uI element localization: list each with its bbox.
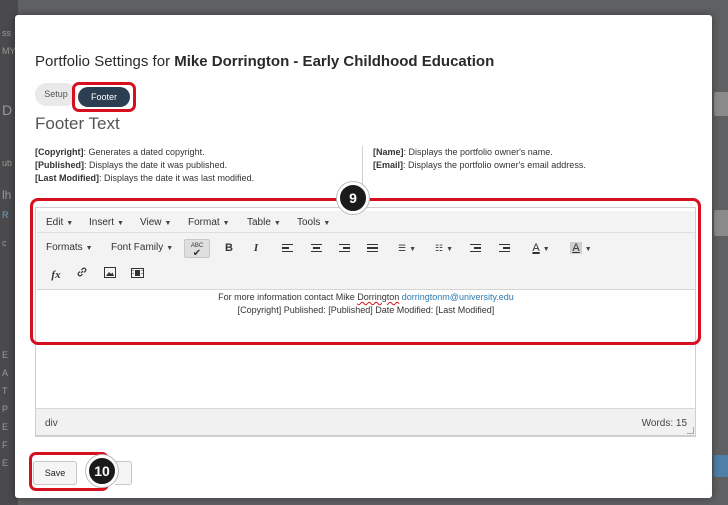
save-button[interactable]: Save [33, 461, 77, 485]
editor-statusbar: div Words: 15 [35, 408, 696, 436]
legend-item: [Last Modified]: Displays the date it wa… [35, 172, 254, 185]
element-path[interactable]: div [45, 418, 58, 429]
background-button [714, 92, 728, 116]
background-button [714, 210, 728, 236]
editor-highlight [30, 198, 701, 345]
section-heading: Footer Text [35, 114, 120, 133]
legend-token: [Last Modified] [35, 173, 99, 183]
tab-setup[interactable]: Setup [35, 83, 77, 106]
legend-desc: : Displays the date it was last modified… [99, 173, 255, 183]
background-text-fragment: E [2, 350, 9, 360]
background-button [714, 455, 728, 477]
word-count: Words: 15 [641, 418, 687, 429]
legend-item: [Name]: Displays the portfolio owner's n… [373, 146, 586, 159]
background-text-fragment: E [2, 458, 9, 468]
background-text-fragment: A [2, 368, 9, 378]
background-text-fragment: c [2, 238, 7, 248]
legend-token: [Name] [373, 147, 404, 157]
background-text-fragment: ss [2, 28, 11, 38]
background-text-fragment: lh [2, 188, 12, 202]
background-text-fragment: ub [2, 158, 13, 168]
legend-item: [Copyright]: Generates a dated copyright… [35, 146, 254, 159]
background-text-fragment: F [2, 440, 8, 450]
resize-handle-icon[interactable] [687, 427, 694, 434]
background-text-fragment: MY [2, 46, 16, 56]
legend-token: [Email] [373, 160, 404, 170]
modal-title: Portfolio Settings for Mike Dorrington -… [35, 53, 494, 70]
placeholder-legend-right: [Name]: Displays the portfolio owner's n… [373, 146, 586, 172]
background-text-fragment: E [2, 422, 9, 432]
placeholder-legend-left: [Copyright]: Generates a dated copyright… [35, 146, 254, 185]
legend-token: [Published] [35, 160, 84, 170]
legend-token: [Copyright] [35, 147, 84, 157]
background-text-fragment: R [2, 210, 9, 220]
modal-title-prefix: Portfolio Settings for [35, 53, 175, 70]
legend-divider [362, 146, 363, 186]
legend-desc: : Displays the date it was published. [84, 160, 228, 170]
tab-footer-highlight: Footer [72, 82, 136, 112]
portfolio-settings-modal: Portfolio Settings for Mike Dorrington -… [15, 15, 712, 498]
background-text-fragment: D [2, 102, 13, 118]
step-badge-10: 10 [86, 455, 118, 487]
modal-title-portfolio-name: Mike Dorrington - Early Childhood Educat… [174, 53, 495, 70]
tab-footer[interactable]: Footer [78, 87, 130, 107]
legend-desc: : Displays the portfolio owner's email a… [403, 160, 586, 170]
background-text-fragment: T [2, 386, 8, 396]
background-text-fragment: P [2, 404, 9, 414]
legend-item: [Email]: Displays the portfolio owner's … [373, 159, 586, 172]
legend-desc: : Generates a dated copyright. [83, 147, 205, 157]
legend-item: [Published]: Displays the date it was pu… [35, 159, 254, 172]
step-badge-9: 9 [337, 182, 369, 214]
legend-desc: : Displays the portfolio owner's name. [403, 147, 553, 157]
